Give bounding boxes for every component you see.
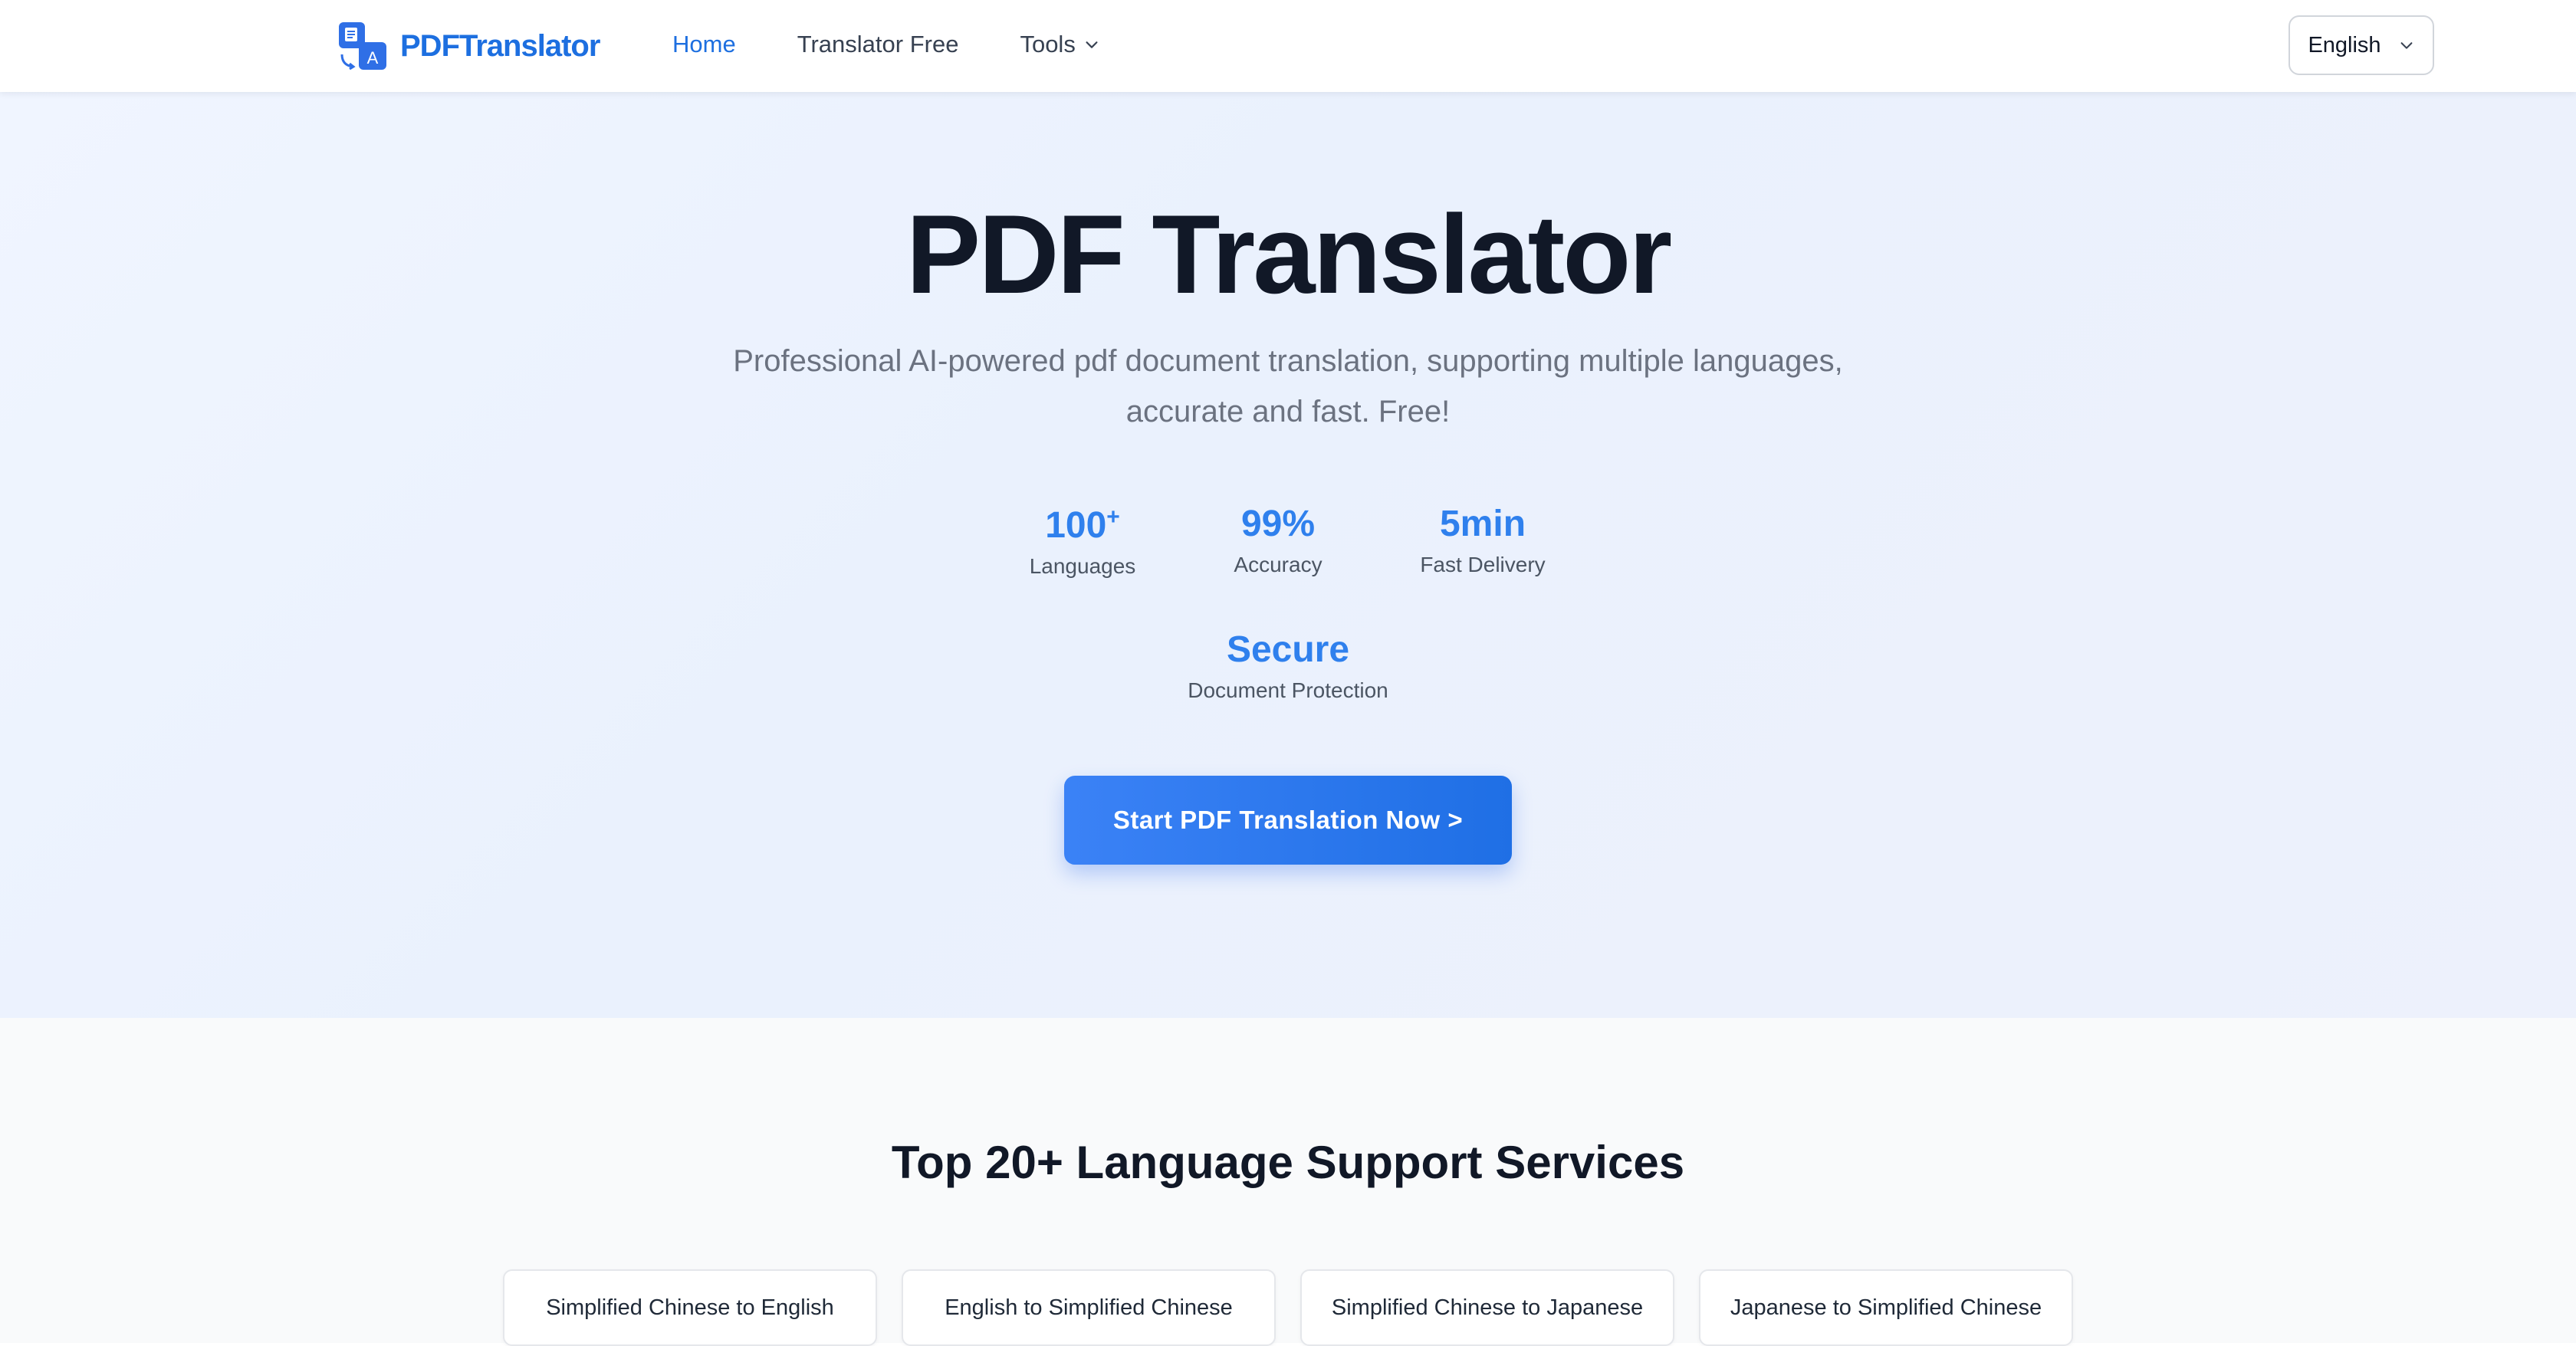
stat-value: 99% (1240, 504, 1316, 544)
nav-tools[interactable]: Tools (1020, 31, 1099, 58)
hero-section: PDF Translator Professional AI-powered p… (0, 92, 2576, 1018)
section-title: Top 20+ Language Support Services (891, 1137, 1685, 1188)
language-pair-card[interactable]: English to Simplified Chinese (902, 1269, 1276, 1346)
chevron-down-icon (1086, 41, 1098, 48)
stat-label: Languages (1029, 553, 1136, 578)
nav-translator-free[interactable]: Translator Free (797, 31, 959, 58)
stat-secure: Secure Document Protection (1135, 629, 1441, 703)
stat-value: 100+ (1006, 504, 1159, 547)
hero-subtitle-line2: accurate and fast. Free! (1125, 395, 1451, 428)
stat-label: Document Protection (1188, 678, 1388, 702)
language-select[interactable]: English (2288, 15, 2434, 75)
stat-value: 5min (1439, 504, 1526, 544)
language-select-value: English (2308, 32, 2381, 57)
main-nav: Home Translator Free Tools (672, 0, 1162, 89)
language-pair-card[interactable]: Simplified Chinese to Japanese (1300, 1269, 1674, 1346)
stat-languages: 100+ Languages (1006, 504, 1159, 579)
translate-logo-icon: A (339, 22, 386, 71)
page-title: PDF Translator (905, 192, 1672, 317)
nav-home[interactable]: Home (672, 31, 736, 58)
chevron-down-icon (2400, 42, 2412, 49)
stat-label: Fast Delivery (1420, 552, 1546, 576)
stat-value: Secure (1226, 629, 1350, 670)
hero-subtitle-line1: Professional AI-powered pdf document tra… (733, 344, 1843, 378)
start-translation-button[interactable]: Start PDF Translation Now > (1064, 776, 1512, 865)
logo-link[interactable]: A PDFTranslator (337, 21, 600, 71)
site-header: A PDFTranslator Home Translator Free Too… (0, 0, 2576, 92)
nav-tools-label: Tools (1020, 31, 1076, 57)
hero-subtitle: Professional AI-powered pdf document tra… (690, 336, 1886, 437)
logo-text: PDFTranslator (400, 28, 600, 63)
language-pair-card[interactable]: Japanese to Simplified Chinese (1699, 1269, 2073, 1346)
stat-suffix: + (1106, 504, 1120, 530)
svg-text:A: A (367, 48, 379, 67)
language-pair-card[interactable]: Simplified Chinese to English (503, 1269, 877, 1346)
language-support-section: Top 20+ Language Support Services Simpli… (0, 1018, 2576, 1346)
stat-number: 100 (1045, 505, 1107, 546)
stat-label: Accuracy (1234, 552, 1322, 576)
stat-fast-delivery: 5min Fast Delivery (1406, 504, 1559, 577)
stat-accuracy: 99% Accuracy (1201, 504, 1355, 577)
